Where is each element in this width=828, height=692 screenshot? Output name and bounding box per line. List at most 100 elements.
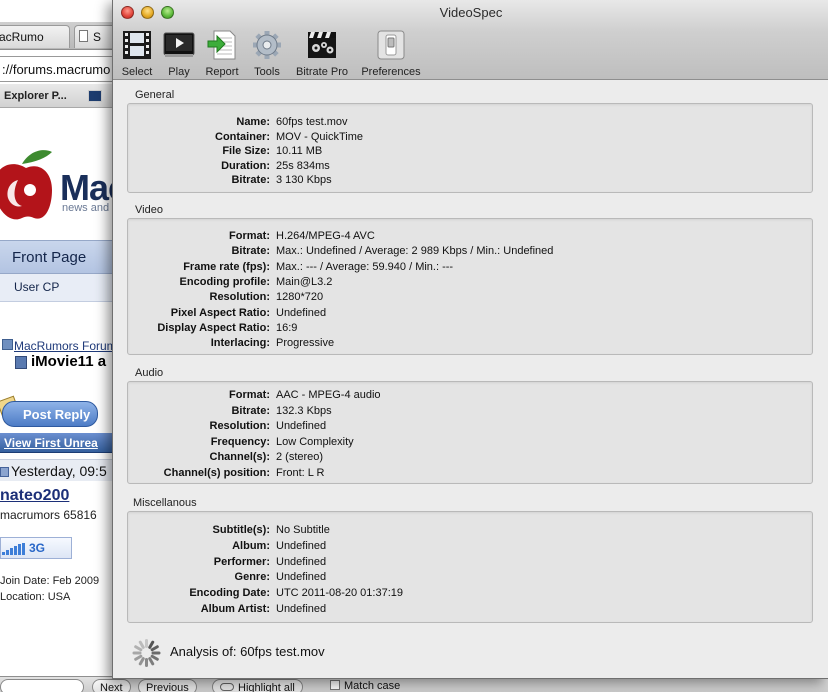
tools-button[interactable]: Tools [249,30,285,78]
post-reply-button[interactable]: Post Reply [2,401,98,427]
info-value: 60fps test.mov [276,116,348,128]
info-value: 10.11 MB [276,145,323,158]
select-button[interactable]: Select [117,30,157,78]
user-location: Location: USA [0,591,71,603]
browser-tab[interactable]: acRumo [0,25,70,48]
info-row: Album Artist: Undefined [128,603,814,618]
info-key: Duration: [221,159,270,172]
info-key: Name: [236,116,270,128]
page-icon [79,30,88,42]
match-case-checkbox[interactable]: Match case [330,680,400,692]
info-key: Channel(s) position: [163,467,270,479]
breadcrumb-link[interactable]: MacRumors Forum [14,339,117,353]
info-key: Resolution: [209,420,271,433]
info-row: Resolution: 1280*720 [128,291,814,306]
info-value: 3 130 Kbps [276,174,332,187]
info-row: Format: AAC - MPEG-4 audio [128,389,814,404]
info-row: Genre: Undefined [128,571,814,586]
report-label: Report [205,66,239,78]
misc-group: Subtitle(s): No Subtitle Album: Undefined Pe… [127,511,813,623]
clapperboard-gears-icon [308,32,336,58]
info-value: Undefined [276,555,327,568]
preferences-button[interactable]: Preferences [358,30,424,78]
info-row: Duration: 25s 834ms [128,160,814,175]
view-first-unread-link[interactable]: View First Unrea [0,433,130,453]
username-link[interactable]: nateo200 [0,487,69,505]
find-previous-button[interactable]: Previous [138,679,197,692]
info-value: Undefined [276,306,327,319]
match-case-label: Match case [344,680,401,692]
bookmarks-bar: Explorer P... [0,84,130,108]
info-key: Resolution: [209,291,271,304]
site-tagline: news and [62,202,110,214]
videospec-window: VideoSpec Select Play Report Tools Bitra… [112,0,828,679]
nav-front-page[interactable]: Front Page [0,240,130,274]
select-label: Select [121,66,153,78]
info-key: Interlacing: [210,337,270,350]
highlight-all-label: Highlight all [238,682,295,692]
info-row: Encoding profile: Main@L3.2 [128,276,814,291]
nav-user-cp[interactable]: User CP [0,274,130,302]
play-label: Play [168,66,190,78]
info-value: 16:9 [276,321,298,334]
thread-title: iMovie11 a [31,353,107,370]
info-value: Front: L R [276,467,325,479]
bookmark-item[interactable]: Explorer P... [4,90,67,102]
info-key: Pixel Aspect Ratio: [170,306,270,319]
window-title: VideoSpec [439,5,503,20]
info-row: Channel(s): 2 (stereo) [128,451,814,466]
play-icon [163,32,195,57]
video-group: Format: H.264/MPEG-4 AVC Bitrate: Max.: Und… [127,218,813,355]
play-button[interactable]: Play [162,30,196,78]
info-row: Resolution: Undefined [128,420,814,435]
signal-bars-icon [2,543,26,555]
gear-icon [253,31,281,59]
info-row: Display Aspect Ratio: 16:9 [128,322,814,337]
info-row: Bitrate: 3 130 Kbps [128,174,814,189]
forum-icon [2,339,13,350]
info-key: Channel(s): [209,451,271,464]
info-row: Bitrate: Max.: Undefined / Average: 2 989… [128,245,814,260]
info-row: Name: 60fps test.mov [128,116,814,131]
bookmark-icon[interactable] [88,90,102,102]
switch-icon [377,30,405,60]
post-icon [0,467,9,477]
highlight-icon [220,683,234,691]
audio-group: Format: AAC - MPEG-4 audio Bitrate: 132.3 K… [127,381,813,484]
info-value: AAC - MPEG-4 audio [276,389,381,401]
info-value: Main@L3.2 [276,275,333,288]
info-key: Frequency: [210,435,270,448]
info-value: Low Complexity [276,435,354,448]
info-key: Format: [229,389,270,401]
report-button[interactable]: Report [202,30,242,78]
info-key: Bitrate: [231,404,270,417]
user-rank: macrumors 65816 [0,508,97,522]
find-input[interactable] [0,679,84,692]
info-value: Undefined [276,539,327,552]
info-key: Container: [215,130,270,143]
post-dateline: Yesterday, 09:5 [0,459,130,481]
info-value: Max.: --- / Average: 59.940 / Min.: --- [276,260,454,273]
info-key: Encoding profile: [179,275,270,288]
analysis-status-text: Analysis of: 60fps test.mov [170,644,325,659]
checkbox-icon [330,680,340,690]
bitrate-pro-label: Bitrate Pro [296,66,348,78]
browser-tab-bar: acRumo S [0,22,130,50]
tools-label: Tools [254,66,280,78]
highlight-all-button[interactable]: Highlight all [212,679,303,692]
join-date: Join Date: Feb 2009 [0,575,100,587]
info-key: Format: [229,230,270,242]
info-row: Album: Undefined [128,540,814,555]
post-date: Yesterday, 09:5 [11,463,107,479]
film-strip-icon [123,31,151,59]
general-section-label: General [135,89,175,101]
bitrate-pro-button[interactable]: Bitrate Pro [291,30,353,78]
info-row: Bitrate: 132.3 Kbps [128,405,814,420]
find-next-button[interactable]: Next [92,679,131,692]
spinner-icon [131,638,161,668]
title-toolbar: VideoSpec Select Play Report Tools Bitra… [113,0,828,80]
info-value: Undefined [276,420,327,433]
macrumors-apple-logo [0,150,52,220]
address-bar[interactable]: ://forums.macrumo [0,56,120,82]
misc-section-label: Miscellanous [133,497,197,509]
